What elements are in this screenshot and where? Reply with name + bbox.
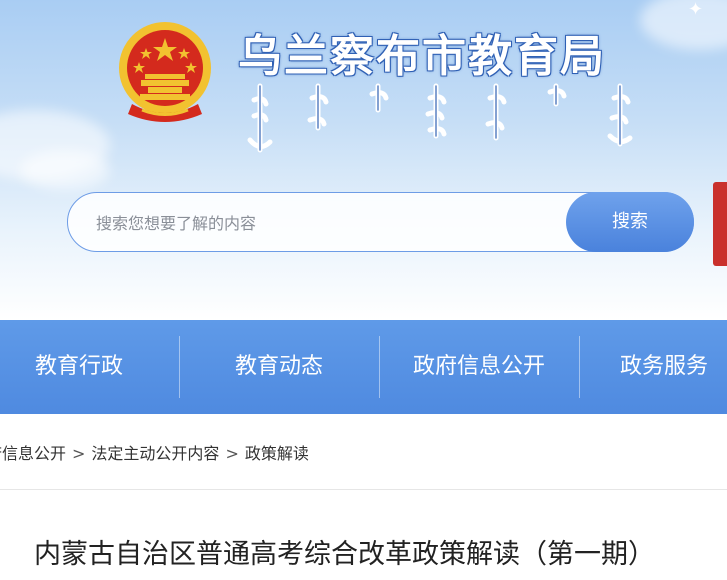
breadcrumb: 府信息公开 > 法定主动公开内容 > 政策解读: [0, 440, 309, 466]
cloud-decoration: [20, 150, 110, 190]
site-title: 乌兰察布市教育局: [238, 31, 606, 82]
nav-item-education-admin[interactable]: 教育行政: [0, 320, 158, 414]
search-input[interactable]: [96, 207, 546, 239]
divider: [0, 489, 727, 490]
nav-divider: [579, 336, 580, 398]
nav-item-education-news[interactable]: 教育动态: [180, 320, 378, 414]
cloud-decoration: [640, 0, 727, 50]
article-title: 内蒙古自治区普通高考综合改革政策解读（第一期）: [34, 539, 655, 570]
search-bar: 搜索: [67, 192, 694, 252]
nav-item-gov-services[interactable]: 政务服务: [620, 320, 727, 414]
breadcrumb-current: 政策解读: [244, 444, 309, 463]
red-seal-icon: [713, 182, 727, 266]
breadcrumb-item[interactable]: 府信息公开: [0, 440, 66, 464]
site-header: 乌兰察布市教育局 ✦ 搜索: [0, 0, 727, 320]
breadcrumb-item[interactable]: 法定主动公开内容: [91, 440, 219, 464]
main-nav: 教育行政 教育动态 政府信息公开 政务服务: [0, 320, 727, 414]
mongolian-script-logo: [247, 83, 633, 153]
nav-item-gov-info-disclosure[interactable]: 政府信息公开: [380, 320, 578, 414]
star-icon: ✦: [688, 0, 704, 20]
national-emblem-icon: [119, 22, 211, 122]
breadcrumb-separator: >: [225, 444, 239, 463]
breadcrumb-separator: >: [72, 444, 86, 463]
search-button[interactable]: 搜索: [566, 192, 694, 252]
